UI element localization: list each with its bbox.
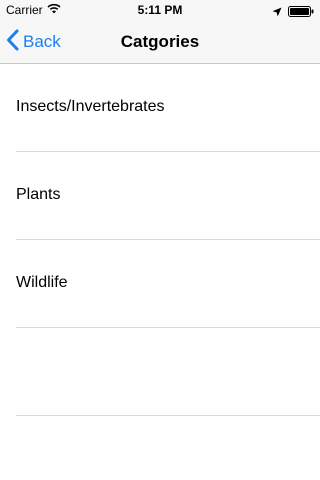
category-row-insects[interactable]: Insects/Invertebrates xyxy=(0,64,320,152)
category-label: Insects/Invertebrates xyxy=(16,98,165,115)
categories-table: Insects/Invertebrates Plants Wildlife xyxy=(0,64,320,416)
row-separator xyxy=(16,415,320,416)
category-row-wildlife[interactable]: Wildlife xyxy=(0,240,320,328)
status-bar: Carrier 5:11 PM xyxy=(0,0,320,20)
category-label: Wildlife xyxy=(16,274,68,291)
category-label: Plants xyxy=(16,186,61,203)
category-row-plants[interactable]: Plants xyxy=(0,152,320,240)
empty-row xyxy=(0,328,320,416)
navigation-bar: Back Catgories xyxy=(0,20,320,64)
page-title: Catgories xyxy=(120,32,200,51)
